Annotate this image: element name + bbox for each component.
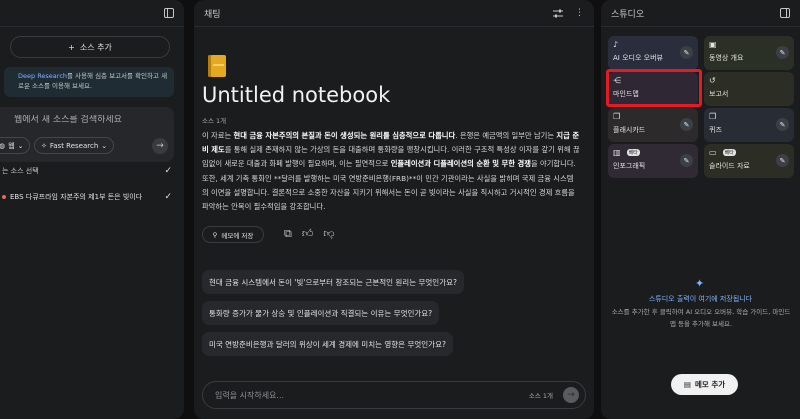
- sidebar-collapse-icon[interactable]: [164, 8, 174, 18]
- studio-header: 스튜디오: [601, 0, 800, 27]
- edit-icon[interactable]: ✎: [680, 46, 693, 59]
- sources-panel: + 소스 추가 Deep Research를 사용해 심층 보고서를 확인하고 …: [0, 0, 184, 419]
- studio-tile-audio-overview[interactable]: ♪ AI 오디오 오버뷰 ✎: [608, 36, 698, 70]
- studio-empty-description: 소스를 추가한 후 클릭하여 AI 오디오 오버뷰, 학습 가이드, 마인드맵 …: [611, 308, 791, 328]
- chat-input-box: 소스 1개 →: [202, 381, 586, 409]
- chevron-down-icon: ⌄: [101, 141, 108, 150]
- studio-tile-flashcards[interactable]: ❐ 플래시카드 ✎: [608, 108, 698, 142]
- notebook-summary: 이 자료는 현대 금융 자본주의의 본질과 돈이 생성되는 원리를 심층적으로 …: [202, 131, 580, 212]
- infographic-icon: ▥: [613, 148, 621, 157]
- chat-header: 채팅 ⋮: [194, 0, 594, 27]
- sparkle-icon: ✧: [41, 141, 47, 150]
- suggested-question[interactable]: 통화량 증가가 물가 상승 및 인플레이션과 직결되는 이유는 무엇인가요?: [202, 301, 440, 325]
- studio-tile-video-overview[interactable]: ▣ 동영상 개요 ✎: [704, 36, 794, 70]
- chevron-down-icon: ⌄: [17, 141, 24, 150]
- studio-header-title: 스튜디오: [611, 9, 645, 20]
- studio-tile-infographic[interactable]: ▥ 베타 인포그래픽 ✎: [608, 144, 698, 178]
- pdf-icon: [2, 195, 6, 199]
- select-all-checkbox[interactable]: ✓: [164, 166, 172, 176]
- globe-icon: ◍: [0, 141, 6, 150]
- add-source-button[interactable]: + 소스 추가: [10, 36, 170, 58]
- sources-header: [0, 0, 184, 27]
- select-all-row[interactable]: 는 소스 선택 ✓: [2, 166, 172, 176]
- chat-source-count: 소스 1개: [528, 392, 553, 400]
- studio-empty-title: 스튜디오 출력이 여기에 저장됩니다: [648, 295, 753, 303]
- studio-tile-quiz[interactable]: ❐ 퀴즈 ✎: [704, 108, 794, 142]
- beta-badge: 베타: [626, 149, 640, 156]
- save-to-note-button[interactable]: ⚲ 메모에 저장: [202, 226, 264, 243]
- report-icon: ↺: [709, 76, 716, 85]
- edit-icon[interactable]: ✎: [680, 118, 693, 131]
- web-source-select[interactable]: ◍ 웹 ⌄: [0, 137, 31, 154]
- chat-panel: 채팅 ⋮ Untitled notebook 소스 1개 이 자료는 현대 금융…: [194, 0, 594, 419]
- suggested-question[interactable]: 미국 연방준비은행과 달러의 위상이 세계 경제에 미치는 영향은 무엇인가요?: [202, 332, 453, 356]
- arrow-right-icon: →: [156, 141, 164, 151]
- edit-icon[interactable]: ✎: [776, 154, 789, 167]
- research-mode-select[interactable]: ✧ Fast Research ⌄: [34, 137, 115, 154]
- edit-icon[interactable]: ✎: [680, 154, 693, 167]
- more-vert-icon[interactable]: ⋮: [575, 8, 584, 18]
- sidebar-collapse-icon[interactable]: [780, 8, 790, 18]
- beta-badge: 베타: [722, 149, 736, 156]
- mindmap-highlight-box: [606, 69, 702, 107]
- thumbs-down-icon[interactable]: 👎︎: [323, 227, 334, 241]
- suggested-question[interactable]: 현대 금융 시스템에서 돈이 '빚'으로부터 창조되는 근본적인 원리는 무엇인…: [202, 270, 464, 294]
- pin-icon: ⚲: [212, 230, 218, 239]
- web-search-input[interactable]: [14, 115, 164, 125]
- studio-panel: 스튜디오 ♪ AI 오디오 오버뷰 ✎ ▣ 동영상 개요 ✎ ⋲ 마인드맵 ↺ …: [601, 0, 800, 419]
- deep-research-notice: Deep Research를 사용해 심층 보고서를 확인하고 새로운 소스를 …: [4, 67, 174, 97]
- settings-sliders-icon[interactable]: [553, 9, 563, 18]
- source-item-label: EBS 다큐프라임 자본주의 제1부 돈은 빚이다: [10, 193, 143, 201]
- copy-icon[interactable]: ⧉: [284, 227, 292, 241]
- source-item[interactable]: EBS 다큐프라임 자본주의 제1부 돈은 빚이다 ✓: [2, 192, 172, 202]
- add-note-button[interactable]: ▤ 메모 추가: [671, 374, 738, 395]
- source-item-checkbox[interactable]: ✓: [164, 192, 172, 202]
- send-button[interactable]: →: [563, 387, 579, 403]
- chat-input[interactable]: [215, 390, 529, 400]
- select-all-label: 는 소스 선택: [2, 167, 39, 175]
- source-count: 소스 1개: [202, 117, 227, 125]
- studio-tile-slides[interactable]: ▭ 베타 슬라이드 자료 ✎: [704, 144, 794, 178]
- magic-wand-icon: ✦: [695, 277, 705, 290]
- web-search-box: ◍ 웹 ⌄ ✧ Fast Research ⌄ →: [0, 107, 174, 162]
- response-actions: ⧉ 👍︎ 👎︎: [284, 227, 335, 241]
- arrow-right-icon: →: [567, 390, 575, 400]
- thumbs-up-icon[interactable]: 👍︎: [302, 227, 314, 241]
- edit-icon[interactable]: ✎: [776, 118, 789, 131]
- plus-icon: +: [68, 42, 75, 52]
- chat-header-title: 채팅: [204, 9, 221, 20]
- deep-research-link[interactable]: Deep Research: [18, 72, 67, 80]
- slides-icon: ▭: [709, 148, 717, 157]
- studio-tile-report[interactable]: ↺ 보고서: [704, 72, 794, 106]
- edit-icon[interactable]: ✎: [776, 46, 789, 59]
- notebook-title[interactable]: Untitled notebook: [202, 83, 390, 107]
- notebook-emoji-icon: [208, 55, 226, 77]
- search-submit-button[interactable]: →: [152, 138, 168, 154]
- note-icon: ▤: [683, 380, 691, 389]
